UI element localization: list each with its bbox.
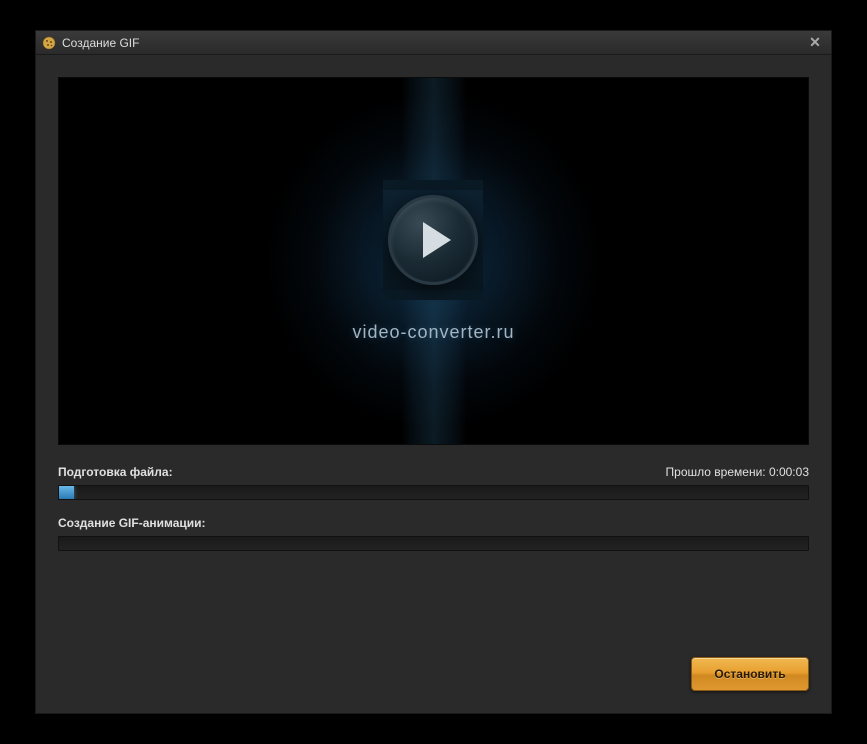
app-icon — [42, 36, 56, 50]
progress-prepare-fill — [59, 486, 74, 499]
dialog-content: video-converter.ru Подготовка файла: Про… — [36, 55, 831, 713]
progress-prepare-bar — [58, 485, 809, 500]
progress-create-header: Создание GIF-анимации: — [58, 516, 809, 530]
progress-section: Подготовка файла: Прошло времени: 0:00:0… — [58, 465, 809, 567]
preview-area: video-converter.ru — [58, 77, 809, 445]
dialog-window: Создание GIF ✕ video-converter.ru — [35, 30, 832, 714]
outer-frame: Создание GIF ✕ video-converter.ru — [0, 0, 867, 744]
stop-button[interactable]: Остановить — [691, 657, 809, 691]
progress-create-label: Создание GIF-анимации: — [58, 516, 206, 530]
titlebar: Создание GIF ✕ — [36, 31, 831, 55]
filmstrip-icon — [383, 180, 483, 300]
brand-text: video-converter.ru — [352, 322, 514, 343]
close-button[interactable]: ✕ — [805, 33, 825, 53]
button-area: Остановить — [58, 617, 809, 691]
progress-prepare-header: Подготовка файла: Прошло времени: 0:00:0… — [58, 465, 809, 479]
progress-prepare-label: Подготовка файла: — [58, 465, 173, 479]
progress-create-row: Создание GIF-анимации: — [58, 516, 809, 551]
play-icon — [388, 195, 478, 285]
elapsed-label: Прошло времени: — [666, 465, 766, 479]
progress-elapsed-time: Прошло времени: 0:00:03 — [666, 465, 809, 479]
progress-create-bar — [58, 536, 809, 551]
elapsed-value: 0:00:03 — [769, 465, 809, 479]
progress-prepare-row: Подготовка файла: Прошло времени: 0:00:0… — [58, 465, 809, 500]
window-title: Создание GIF — [62, 36, 805, 50]
